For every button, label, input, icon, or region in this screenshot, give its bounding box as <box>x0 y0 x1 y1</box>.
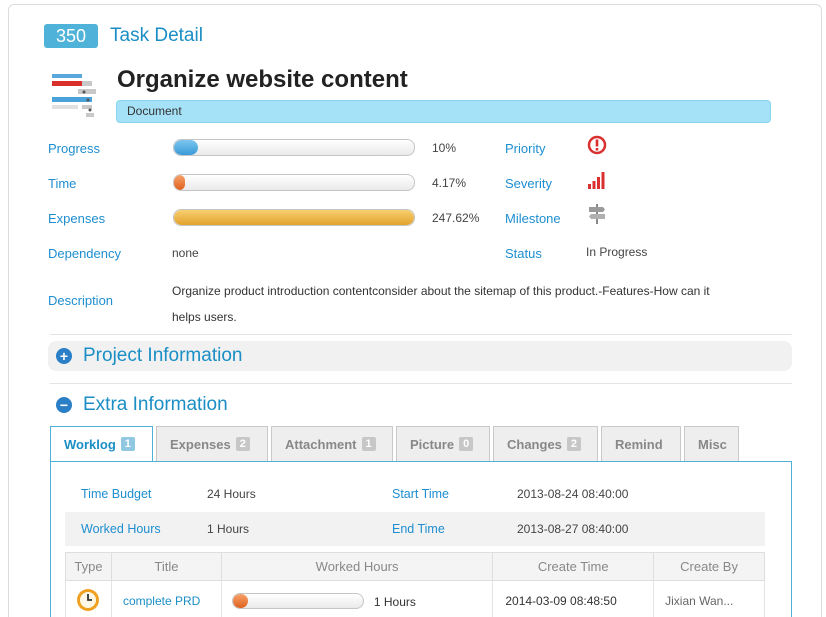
tab-misc[interactable]: Misc <box>684 426 739 461</box>
progress-fill <box>174 140 198 155</box>
extra-information-header[interactable]: − Extra Information <box>48 390 792 420</box>
row-worked-hours: 1 Hours <box>373 595 416 609</box>
tab-worklog[interactable]: Worklog 1 <box>50 426 153 462</box>
task-id-badge: 350 <box>44 24 98 48</box>
tab-label: Picture <box>410 436 455 452</box>
project-information-header[interactable]: + Project Information <box>48 341 792 371</box>
tab-count-badge: 2 <box>566 437 582 451</box>
expenses-bar <box>173 209 415 226</box>
dependency-value: none <box>172 246 199 260</box>
tab-label: Worklog <box>64 436 116 452</box>
type-cell <box>65 580 112 617</box>
worked-hours-label: Worked Hours <box>81 522 161 536</box>
progress-bar <box>173 139 415 156</box>
progress-value: 10% <box>432 141 457 155</box>
time-fill <box>174 175 185 190</box>
status-value: In Progress <box>586 245 648 259</box>
time-label: Time <box>48 176 77 191</box>
milestone-label: Milestone <box>505 211 561 226</box>
tab-count-badge: 2 <box>235 437 250 451</box>
task-type-label: Document <box>116 100 771 123</box>
tab-expenses[interactable]: Expenses 2 <box>156 426 268 461</box>
page-title: Task Detail <box>110 25 203 46</box>
worked-hours-value: 1 Hours <box>207 522 250 536</box>
start-time-label: Start Time <box>392 487 449 501</box>
tab-remind[interactable]: Remind <box>601 426 681 461</box>
project-information-title: Project Information <box>83 345 243 366</box>
tab-count-badge: 1 <box>120 437 135 451</box>
tab-count-badge: 1 <box>361 437 376 451</box>
end-time-label: End Time <box>392 522 445 536</box>
worklog-table: Type Title Worked Hours Create Time Crea… <box>65 552 765 617</box>
worked-hours-fill <box>232 594 249 608</box>
column-header[interactable]: Title <box>110 552 222 581</box>
worked-hours-bar <box>231 593 364 609</box>
tab-picture[interactable]: Picture 0 <box>396 426 490 461</box>
tab-label: Remind <box>615 436 663 452</box>
tab-label: Expenses <box>170 436 231 452</box>
tab-attachment[interactable]: Attachment 1 <box>271 426 393 461</box>
plus-circle-icon[interactable]: + <box>56 348 72 364</box>
progress-label: Progress <box>48 141 101 156</box>
column-header[interactable]: Type <box>65 552 112 581</box>
task-gantt-icon <box>48 70 100 122</box>
create-by-cell: Jixian Wan... <box>653 580 765 617</box>
dependency-label: Dependency <box>48 246 121 261</box>
clock-icon <box>76 588 100 615</box>
expenses-value: 247.62% <box>432 211 480 225</box>
signpost-icon <box>586 203 608 225</box>
tab-label: Attachment <box>285 436 357 452</box>
page-header: 350 Task Detail <box>44 24 203 48</box>
extra-info-tabs: Worklog 1 Expenses 2 Attachment 1 Picture 0 … <box>50 426 742 462</box>
tab-count-badge: 0 <box>459 437 474 451</box>
worked-hours-cell: 1 Hours <box>220 580 494 617</box>
column-header[interactable]: Worked Hours <box>220 552 494 581</box>
tab-changes[interactable]: Changes 2 <box>493 426 598 461</box>
table-header-row: Type Title Worked Hours Create Time Crea… <box>65 552 765 581</box>
expenses-label: Expenses <box>48 211 106 226</box>
time-budget-value: 24 Hours <box>207 487 256 501</box>
tab-label: Changes <box>507 436 562 452</box>
start-time-value: 2013-08-24 08:40:00 <box>517 487 629 501</box>
table-row[interactable]: complete PRD 1 Hours 2014-03-09 08:48:50… <box>65 580 765 617</box>
time-budget-label: Time Budget <box>81 487 152 501</box>
status-label: Status <box>505 246 542 261</box>
signal-bars-icon <box>586 169 608 191</box>
priority-alert-icon <box>586 134 608 156</box>
task-name: Organize website content <box>117 66 408 93</box>
extra-information-title: Extra Information <box>83 394 228 415</box>
divider <box>50 334 792 335</box>
severity-label: Severity <box>505 176 552 191</box>
time-value: 4.17% <box>432 176 467 190</box>
tab-label: Misc <box>698 436 727 452</box>
column-header[interactable]: Create Time <box>492 552 655 581</box>
expenses-fill <box>174 210 414 225</box>
time-bar <box>173 174 415 191</box>
worklog-title-link[interactable]: complete PRD <box>110 580 222 617</box>
create-time-cell: 2014-03-09 08:48:50 <box>492 580 655 617</box>
column-header[interactable]: Create By <box>653 552 765 581</box>
description-text: Organize product introduction contentcon… <box>172 284 710 324</box>
divider <box>50 383 792 384</box>
minus-circle-icon[interactable]: − <box>56 397 72 413</box>
end-time-value: 2013-08-27 08:40:00 <box>517 522 629 536</box>
priority-label: Priority <box>505 141 546 156</box>
description-label: Description <box>48 293 114 308</box>
